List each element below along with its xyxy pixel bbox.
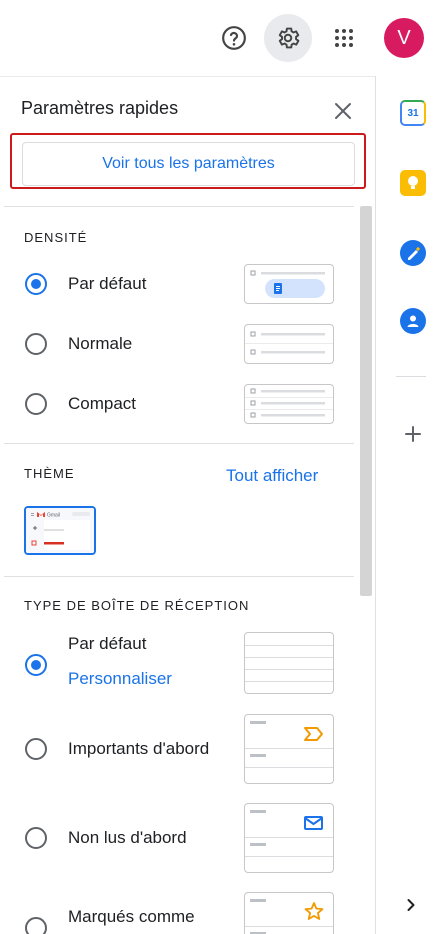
tasks-icon[interactable]	[400, 240, 426, 266]
avatar[interactable]: V	[384, 18, 424, 58]
theme-thumbnail[interactable]: Gmail	[24, 506, 96, 555]
calendar-day-number: 31	[407, 107, 419, 119]
gear-icon	[278, 27, 300, 49]
density-compact-label[interactable]: Compact	[68, 394, 136, 414]
divider	[4, 443, 354, 444]
settings-button[interactable]	[264, 14, 312, 62]
theme-section-label: THÈME	[24, 466, 75, 481]
density-default-radio[interactable]	[25, 273, 47, 295]
inbox-default-label[interactable]: Par défaut	[68, 634, 146, 654]
rail-divider	[396, 376, 426, 377]
close-icon	[335, 103, 351, 119]
calendar-icon[interactable]: 31	[400, 100, 426, 126]
theme-show-all-link[interactable]: Tout afficher	[226, 466, 318, 486]
lightbulb-glyph	[408, 176, 418, 189]
panel-title: Paramètres rapides	[21, 98, 179, 118]
star-icon	[304, 902, 324, 920]
inbox-unread-first-radio[interactable]	[25, 827, 47, 849]
inbox-starred-first-radio[interactable]	[25, 917, 47, 934]
side-panel-rail: 31	[376, 76, 446, 934]
apps-button[interactable]	[320, 14, 368, 62]
inbox-unread-first-label[interactable]: Non lus d'abord	[68, 828, 187, 848]
density-compact-thumbnail[interactable]	[244, 384, 334, 424]
inbox-starred-first-label[interactable]: Marqués comme	[68, 907, 195, 927]
inbox-important-first-thumbnail[interactable]	[244, 714, 334, 784]
help-button[interactable]	[210, 14, 258, 62]
panel-top-divider	[0, 76, 375, 77]
inbox-important-first-radio[interactable]	[25, 738, 47, 760]
density-normal-radio[interactable]	[25, 333, 47, 355]
close-button[interactable]	[328, 96, 358, 126]
inbox-important-first-label[interactable]: Importants d'abord	[68, 739, 209, 759]
add-icon[interactable]	[400, 421, 426, 447]
divider	[4, 576, 354, 577]
scrollbar[interactable]	[360, 206, 372, 596]
top-bar: V	[0, 0, 446, 76]
inbox-unread-first-thumbnail[interactable]	[244, 803, 334, 873]
inbox-default-thumbnail[interactable]	[244, 632, 334, 694]
density-normal-label[interactable]: Normale	[68, 334, 132, 354]
person-glyph	[407, 315, 419, 327]
density-section-label: DENSITÉ	[24, 230, 88, 245]
mail-icon	[304, 816, 323, 830]
inbox-default-radio[interactable]	[25, 654, 47, 676]
quick-settings-panel: Paramètres rapides Voir tous les paramèt…	[0, 76, 376, 934]
keep-icon[interactable]	[400, 170, 426, 196]
important-marker-icon	[304, 727, 323, 741]
customize-link[interactable]: Personnaliser	[68, 669, 172, 689]
contacts-icon[interactable]	[400, 308, 426, 334]
inbox-starred-first-thumbnail[interactable]	[244, 892, 334, 934]
apps-grid-icon	[335, 29, 353, 47]
chevron-right-icon[interactable]	[398, 892, 424, 918]
divider	[4, 206, 354, 207]
density-compact-radio[interactable]	[25, 393, 47, 415]
theme-thumb-brand: Gmail	[47, 513, 60, 519]
pencil-check-glyph	[408, 246, 421, 260]
inbox-type-section-label: TYPE DE BOÎTE DE RÉCEPTION	[24, 598, 250, 613]
see-all-settings-button[interactable]: Voir tous les paramètres	[22, 142, 355, 186]
density-default-thumbnail[interactable]	[244, 264, 334, 304]
density-default-label[interactable]: Par défaut	[68, 274, 146, 294]
help-circle-icon	[222, 26, 246, 50]
density-normal-thumbnail[interactable]	[244, 324, 334, 364]
